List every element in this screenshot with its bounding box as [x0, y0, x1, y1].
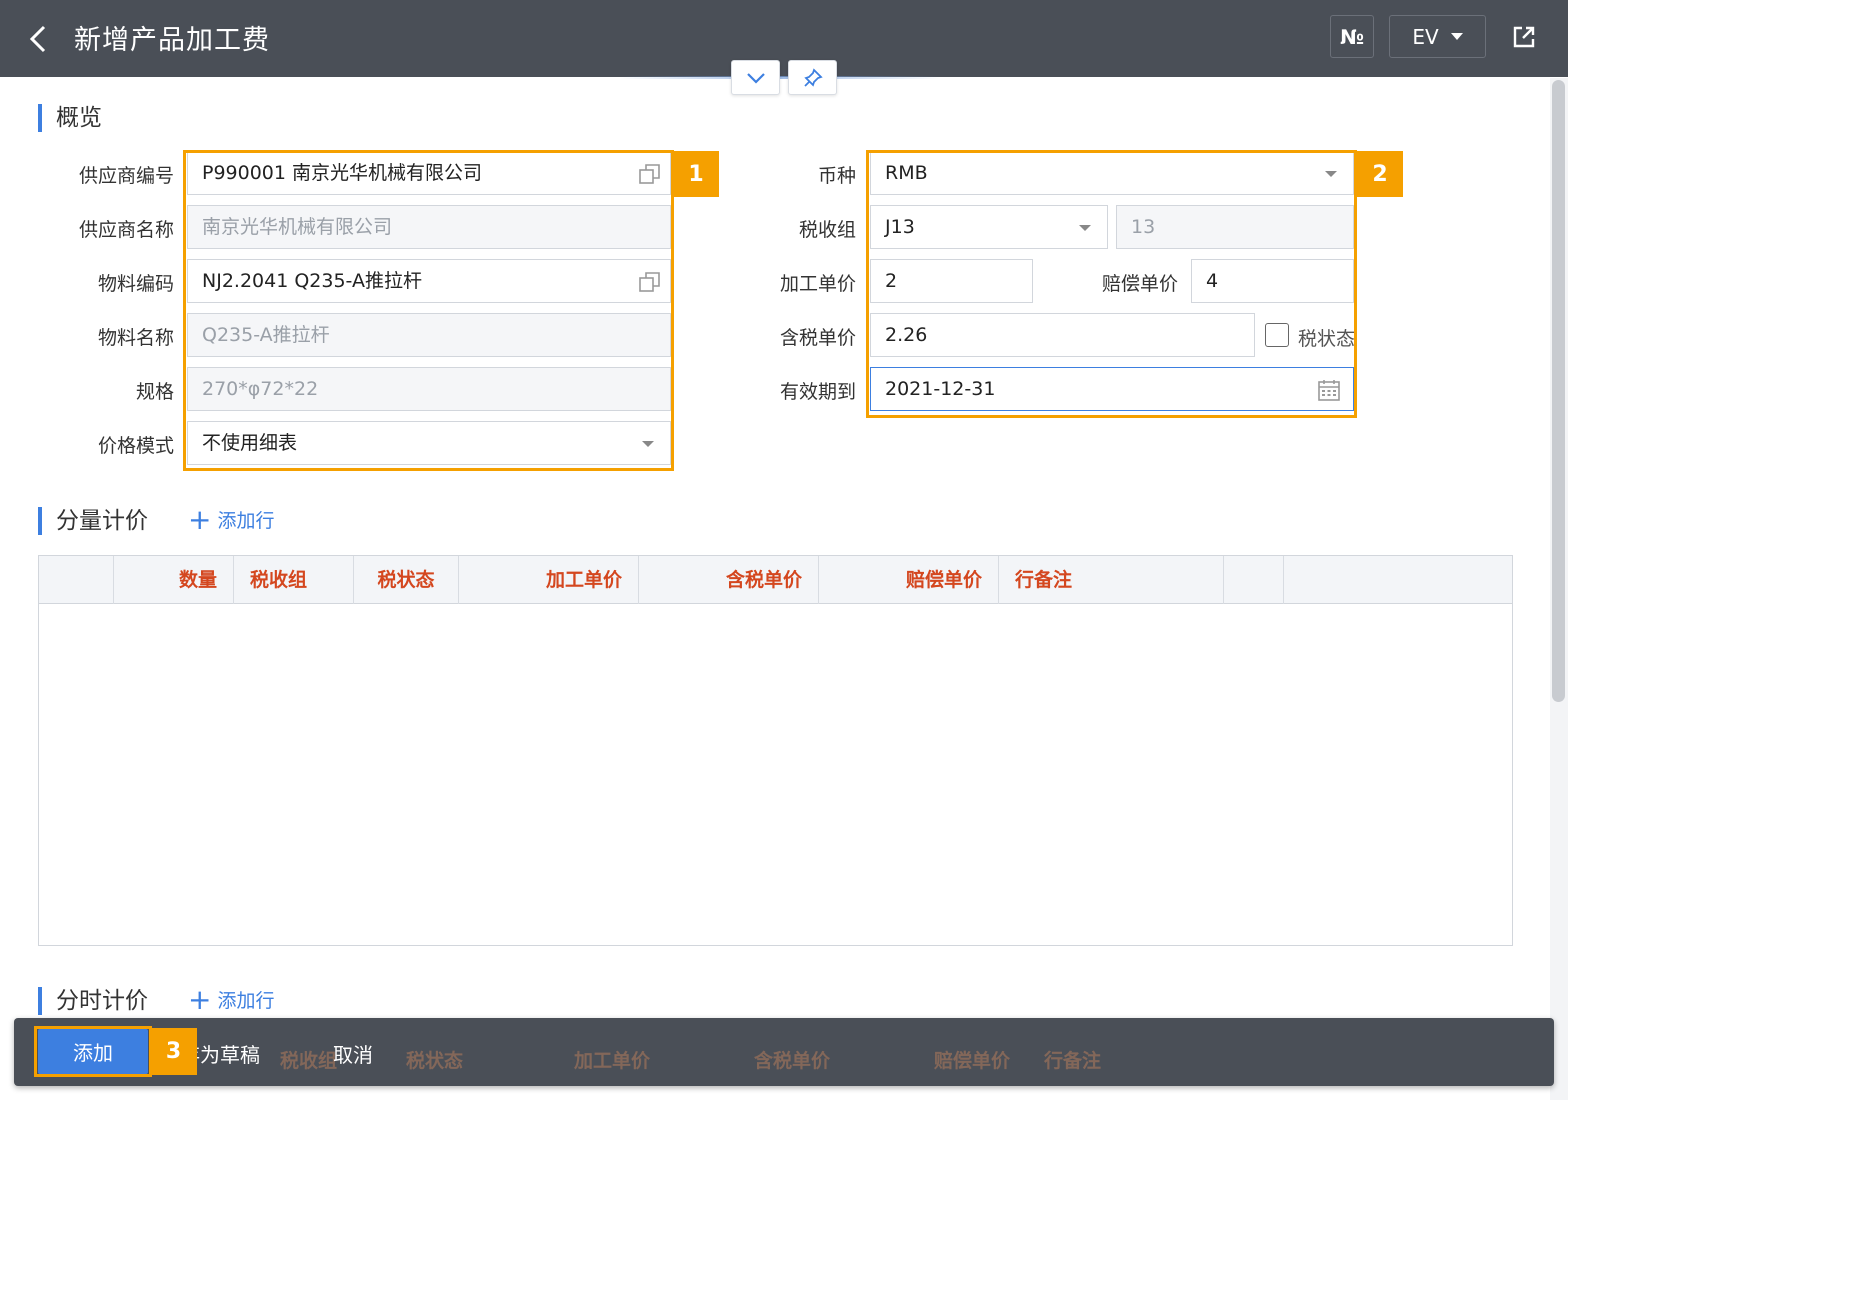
tax-group-label: 税收组	[798, 219, 856, 241]
supplier-code-field[interactable]: P990001 南京光华机械有限公司	[187, 151, 671, 195]
time-add-row-button[interactable]: + 添加行	[188, 982, 275, 1016]
pin-header-button[interactable]	[788, 60, 837, 95]
valid-until-label: 有效期到	[779, 381, 856, 403]
qty-table-header: 数量 税收组 税状态 加工单价 含税单价 赔偿单价 行备注	[39, 556, 1512, 604]
time-column-process-price: 加工单价	[574, 1050, 651, 1072]
comp-price-label: 赔偿单价	[1101, 273, 1178, 295]
valid-until-date-input[interactable]: 2021-12-31	[870, 367, 1354, 411]
chevron-down-icon	[1325, 171, 1337, 177]
tax-rate-field: 13	[1116, 205, 1354, 249]
page-title: 新增产品加工费	[74, 25, 270, 56]
tax-group-select[interactable]: J13	[870, 205, 1108, 249]
number-button[interactable]: №	[1330, 15, 1374, 58]
overview-title: 概览	[38, 104, 102, 132]
material-name-field: Q235-A推拉杆	[187, 313, 671, 357]
price-mode-label: 价格模式	[97, 435, 174, 457]
time-column-tax-status: 税状态	[406, 1050, 464, 1072]
time-column-tax-group: 税收组	[280, 1050, 338, 1072]
qty-add-row-label: 添加行	[217, 510, 275, 532]
spec-label: 规格	[135, 381, 174, 403]
pull-tab-glow	[620, 76, 940, 79]
collapse-header-button[interactable]	[731, 60, 780, 95]
supplier-code-label: 供应商编号	[78, 165, 174, 187]
qty-pricing-title: 分量计价	[38, 507, 148, 535]
supplier-name-field: 南京光华机械有限公司	[187, 205, 671, 249]
material-name-label: 物料名称	[97, 327, 174, 349]
tax-incl-price-label: 含税单价	[779, 327, 856, 349]
tax-group-value: J13	[885, 216, 915, 238]
tax-status-checkbox[interactable]	[1265, 323, 1289, 347]
column-quantity[interactable]: 数量	[114, 556, 234, 604]
time-pricing-title: 分时计价	[38, 987, 148, 1015]
currency-label: 币种	[817, 165, 856, 187]
chevron-down-icon	[1450, 33, 1463, 40]
price-mode-select[interactable]: 不使用细表	[187, 421, 671, 465]
supplier-name-label: 供应商名称	[78, 219, 174, 241]
material-code-value: NJ2.2041 Q235-A推拉杆	[202, 270, 422, 292]
language-label: EV	[1412, 24, 1439, 49]
process-price-input[interactable]: 2	[870, 259, 1033, 303]
currency-value: RMB	[885, 162, 928, 184]
process-price-label: 加工单价	[779, 273, 856, 295]
time-column-row-note: 行备注	[1044, 1050, 1102, 1072]
supplier-code-value: P990001 南京光华机械有限公司	[202, 162, 483, 184]
pin-icon	[803, 67, 823, 87]
tax-status-label: 税状态	[1298, 328, 1354, 350]
copy-icon[interactable]	[638, 162, 662, 186]
chevron-down-icon	[1079, 225, 1091, 231]
spec-field: 270*φ72*22	[187, 367, 671, 411]
copy-icon[interactable]	[638, 270, 662, 294]
column-comp-price[interactable]: 赔偿单价	[819, 556, 999, 604]
highlight-badge-2: 2	[1357, 151, 1403, 197]
plus-icon: +	[188, 982, 212, 1016]
comp-price-input[interactable]: 4	[1191, 259, 1354, 303]
time-column-tax-incl-price: 含税单价	[754, 1050, 831, 1072]
cancel-button[interactable]: 取消	[333, 1039, 373, 1068]
column-blank	[1224, 556, 1284, 604]
chevron-down-icon	[746, 72, 765, 84]
plus-icon: +	[188, 502, 212, 536]
column-row-note[interactable]: 行备注	[999, 556, 1224, 604]
column-tax-group[interactable]: 税收组	[234, 556, 354, 604]
material-code-field[interactable]: NJ2.2041 Q235-A推拉杆	[187, 259, 671, 303]
time-column-comp-price: 赔偿单价	[934, 1050, 1011, 1072]
language-dropdown[interactable]: EV	[1389, 15, 1486, 58]
column-select	[39, 556, 114, 604]
time-add-row-label: 添加行	[217, 990, 275, 1012]
highlight-badge-1: 1	[673, 151, 719, 197]
qty-pricing-table: 数量 税收组 税状态 加工单价 含税单价 赔偿单价 行备注	[38, 555, 1513, 946]
back-arrow-icon[interactable]	[26, 24, 50, 54]
tax-incl-price-input[interactable]: 2.26	[870, 313, 1255, 357]
price-mode-value: 不使用细表	[202, 432, 298, 454]
export-icon[interactable]	[1509, 22, 1539, 52]
chevron-down-icon	[642, 441, 654, 447]
material-code-label: 物料编码	[97, 273, 174, 295]
scrollbar-thumb[interactable]	[1552, 80, 1565, 702]
column-tax-status[interactable]: 税状态	[354, 556, 459, 604]
qty-add-row-button[interactable]: + 添加行	[188, 502, 275, 536]
highlight-badge-3: 3	[150, 1028, 197, 1075]
column-tax-incl-price[interactable]: 含税单价	[639, 556, 819, 604]
add-button[interactable]: 添加	[38, 1029, 148, 1074]
currency-select[interactable]: RMB	[870, 151, 1354, 195]
column-process-price[interactable]: 加工单价	[459, 556, 639, 604]
calendar-icon[interactable]	[1317, 378, 1341, 402]
valid-until-value: 2021-12-31	[885, 378, 996, 400]
